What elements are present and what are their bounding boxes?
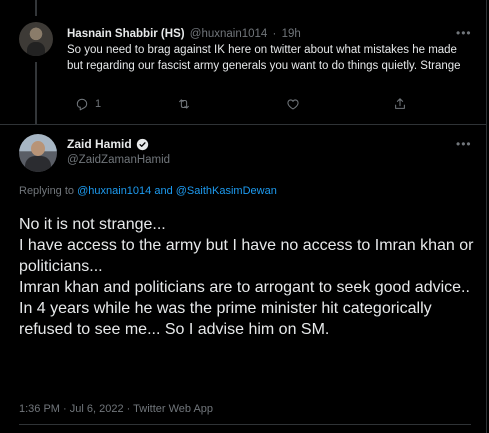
reply-icon: [76, 98, 88, 111]
reply-separator: ·: [272, 28, 277, 40]
tweet-thread: Hasnain Shabbir (HS) @huxnain1014 · 19h …: [0, 0, 487, 433]
reply-button[interactable]: 1: [75, 97, 101, 111]
meta-divider: [19, 424, 471, 425]
main-tweet-timestamp[interactable]: 1:36 PM · Jul 6, 2022 · Twitter Web App: [19, 403, 213, 415]
main-author-avatar[interactable]: [19, 134, 57, 172]
thread-connector-top: [35, 0, 37, 16]
replying-prefix: Replying to: [19, 185, 75, 197]
reply-header: Hasnain Shabbir (HS) @huxnain1014 · 19h: [67, 28, 301, 40]
reply-author-name[interactable]: Hasnain Shabbir (HS): [67, 28, 185, 40]
reply-time[interactable]: 19h: [282, 28, 301, 40]
tweet-divider: [0, 124, 487, 125]
reply-more-icon[interactable]: •••: [456, 27, 472, 39]
main-more-icon[interactable]: •••: [456, 138, 472, 150]
reply-author-avatar[interactable]: [19, 22, 53, 56]
reply-text: So you need to brag against IK here on t…: [67, 44, 461, 72]
share-icon: [395, 98, 405, 109]
replying-to-line: Replying to @huxnain1014 and @SaithKasim…: [19, 185, 277, 197]
like-button[interactable]: [286, 97, 300, 111]
main-author-name[interactable]: Zaid Hamid: [67, 137, 132, 151]
reply-count: 1: [95, 98, 102, 110]
retweet-icon: [179, 99, 189, 109]
verified-badge-icon: [136, 138, 149, 151]
replying-user-link[interactable]: @huxnain1014: [77, 185, 151, 197]
reply-action-bar: 1: [0, 97, 487, 115]
retweet-button[interactable]: [177, 97, 191, 111]
share-button[interactable]: [393, 97, 407, 111]
main-tweet-text: No it is not strange... I have access to…: [19, 216, 474, 338]
main-author-name-row: Zaid Hamid: [67, 137, 149, 151]
replying-user-link-2[interactable]: @SaithKasimDewan: [176, 185, 277, 197]
reply-author-handle[interactable]: @huxnain1014: [190, 28, 268, 40]
like-icon: [287, 99, 299, 110]
main-author-handle[interactable]: @ZaidZamanHamid: [67, 154, 170, 166]
replying-and: and: [154, 185, 173, 197]
